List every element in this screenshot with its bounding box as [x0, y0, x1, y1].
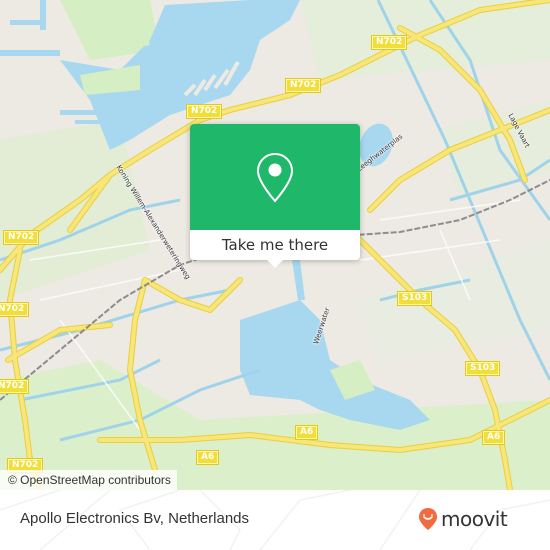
location-popup: Take me there: [190, 124, 360, 268]
take-me-there-button[interactable]: Take me there: [190, 230, 360, 260]
road-shield-n702: N702: [0, 303, 29, 316]
road-shield-n702: N702: [286, 79, 321, 92]
road-shield-a6: A6: [296, 426, 318, 439]
road-shield-s103: S103: [398, 292, 432, 305]
popup-pointer: [267, 260, 283, 268]
moovit-logo[interactable]: moovit: [418, 507, 508, 531]
road-shield-a6: A6: [197, 451, 219, 464]
footer-bar: Apollo Electronics Bv, Netherlands moovi…: [0, 490, 550, 550]
place-name: Apollo Electronics Bv, Netherlands: [20, 510, 249, 527]
moovit-pin-icon: [419, 508, 437, 530]
road-shield-n702: N702: [187, 105, 222, 118]
popup-header: [190, 124, 360, 230]
road-shield-n702: N702: [0, 380, 29, 393]
moovit-wordmark: moovit: [441, 507, 508, 531]
road-shield-n702: N702: [372, 36, 407, 49]
map-attribution[interactable]: © OpenStreetMap contributors: [0, 470, 177, 490]
road-shield-s103: S103: [466, 362, 500, 375]
map-canvas[interactable]: N702 N702 N702 N702 N702 N702 N702 S103 …: [0, 0, 550, 490]
road-shield-n702: N702: [4, 231, 39, 244]
map-pin-icon: [256, 152, 294, 203]
road-shield-a6: A6: [483, 431, 505, 444]
